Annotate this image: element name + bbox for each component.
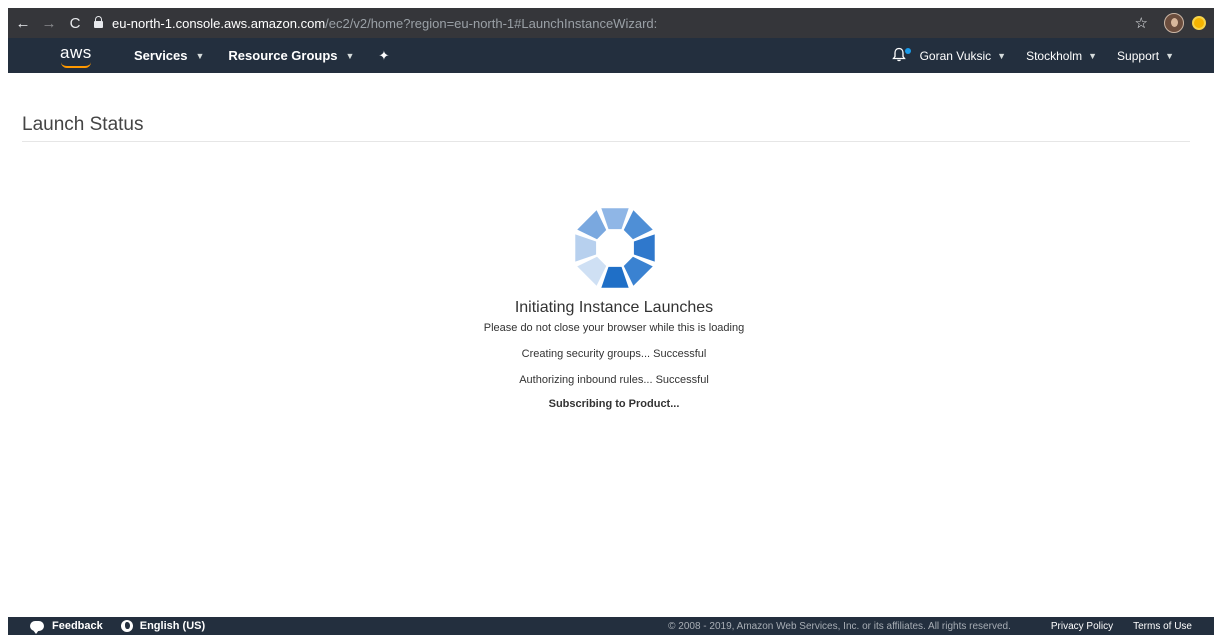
url-host: eu-north-1.console.aws.amazon.com bbox=[112, 15, 326, 31]
chevron-down-icon: ▼ bbox=[195, 50, 205, 61]
spinner-segment bbox=[633, 234, 655, 262]
forward-icon[interactable]: → bbox=[38, 12, 60, 34]
chevron-down-icon: ▼ bbox=[1165, 50, 1174, 61]
title-divider bbox=[22, 141, 1190, 142]
status-step: Authorizing inbound rules... Successful bbox=[519, 374, 709, 386]
browser-toolbar: ← → C eu-north-1.console.aws.amazon.com /… bbox=[8, 8, 1214, 38]
spinner-segment bbox=[601, 208, 629, 230]
footer-right: © 2008 - 2019, Amazon Web Services, Inc.… bbox=[668, 621, 1192, 632]
aws-logo-text: aws bbox=[60, 42, 92, 62]
services-menu[interactable]: Services ▼ bbox=[134, 48, 204, 63]
aws-console-nav: aws Services ▼ Resource Groups ▼ ✦ Goran… bbox=[8, 38, 1214, 73]
support-menu[interactable]: Support ▼ bbox=[1117, 49, 1174, 63]
bell-icon bbox=[891, 47, 906, 61]
aws-smile-icon bbox=[61, 62, 91, 68]
region-label: Stockholm bbox=[1026, 48, 1083, 63]
resource-groups-label: Resource Groups bbox=[228, 48, 338, 63]
feedback-link[interactable]: Feedback bbox=[52, 620, 103, 632]
chevron-down-icon: ▼ bbox=[345, 50, 355, 61]
support-label: Support bbox=[1117, 48, 1160, 63]
region-menu[interactable]: Stockholm ▼ bbox=[1026, 49, 1097, 63]
spinner-segment bbox=[623, 256, 653, 286]
notifications-bell-icon[interactable] bbox=[891, 47, 911, 65]
pin-icon[interactable]: ✦ bbox=[378, 48, 389, 64]
loading-spinner-icon bbox=[575, 208, 655, 288]
bookmark-star-icon[interactable]: ☆ bbox=[1135, 14, 1148, 32]
spinner-segment bbox=[601, 266, 629, 288]
url-path: /ec2/v2/home?region=eu-north-1#LaunchIns… bbox=[325, 15, 658, 31]
status-step: Creating security groups... Successful bbox=[521, 348, 707, 360]
chevron-down-icon: ▼ bbox=[997, 50, 1007, 61]
globe-icon bbox=[120, 620, 133, 632]
copyright-text: © 2008 - 2019, Amazon Web Services, Inc.… bbox=[668, 620, 1011, 632]
address-bar[interactable]: eu-north-1.console.aws.amazon.com/ec2/v2… bbox=[94, 16, 657, 31]
user-menu[interactable]: Goran Vuksic ▼ bbox=[920, 49, 1007, 63]
nav-right-group: Goran Vuksic ▼ Stockholm ▼ Support ▼ bbox=[891, 38, 1214, 73]
feedback-bubble-icon bbox=[30, 621, 44, 634]
lock-icon bbox=[94, 16, 103, 28]
extension-icon[interactable] bbox=[1192, 16, 1206, 30]
aws-logo[interactable]: aws bbox=[58, 42, 98, 70]
user-label: Goran Vuksic bbox=[919, 48, 992, 63]
footer-left: Feedback English (US) bbox=[30, 620, 205, 634]
resource-groups-menu[interactable]: Resource Groups ▼ bbox=[228, 48, 354, 63]
notification-dot bbox=[904, 47, 911, 54]
chevron-down-icon: ▼ bbox=[1088, 50, 1098, 61]
browser-actions: ☆ bbox=[1135, 8, 1214, 38]
privacy-policy-link[interactable]: Privacy Policy bbox=[1051, 621, 1113, 632]
reload-icon[interactable]: C bbox=[64, 12, 86, 34]
back-icon[interactable]: ← bbox=[12, 12, 34, 34]
spinner-segment bbox=[577, 256, 607, 286]
status-title: Initiating Instance Launches bbox=[514, 299, 714, 316]
terms-of-use-link[interactable]: Terms of Use bbox=[1133, 621, 1192, 632]
launch-status-panel: Initiating Instance Launches Please do n… bbox=[0, 299, 1214, 412]
language-selector[interactable]: English (US) bbox=[140, 620, 205, 632]
console-footer: Feedback English (US) © 2008 - 2019, Ama… bbox=[8, 617, 1214, 635]
spinner-segment bbox=[577, 210, 607, 240]
spinner-segment bbox=[575, 234, 597, 262]
page-title: Launch Status bbox=[22, 114, 144, 135]
profile-avatar[interactable] bbox=[1164, 13, 1184, 33]
services-label: Services bbox=[134, 48, 188, 63]
spinner-segment bbox=[623, 210, 653, 240]
status-subtitle: Please do not close your browser while t… bbox=[483, 322, 745, 334]
status-step-current: Subscribing to Product... bbox=[548, 398, 680, 410]
